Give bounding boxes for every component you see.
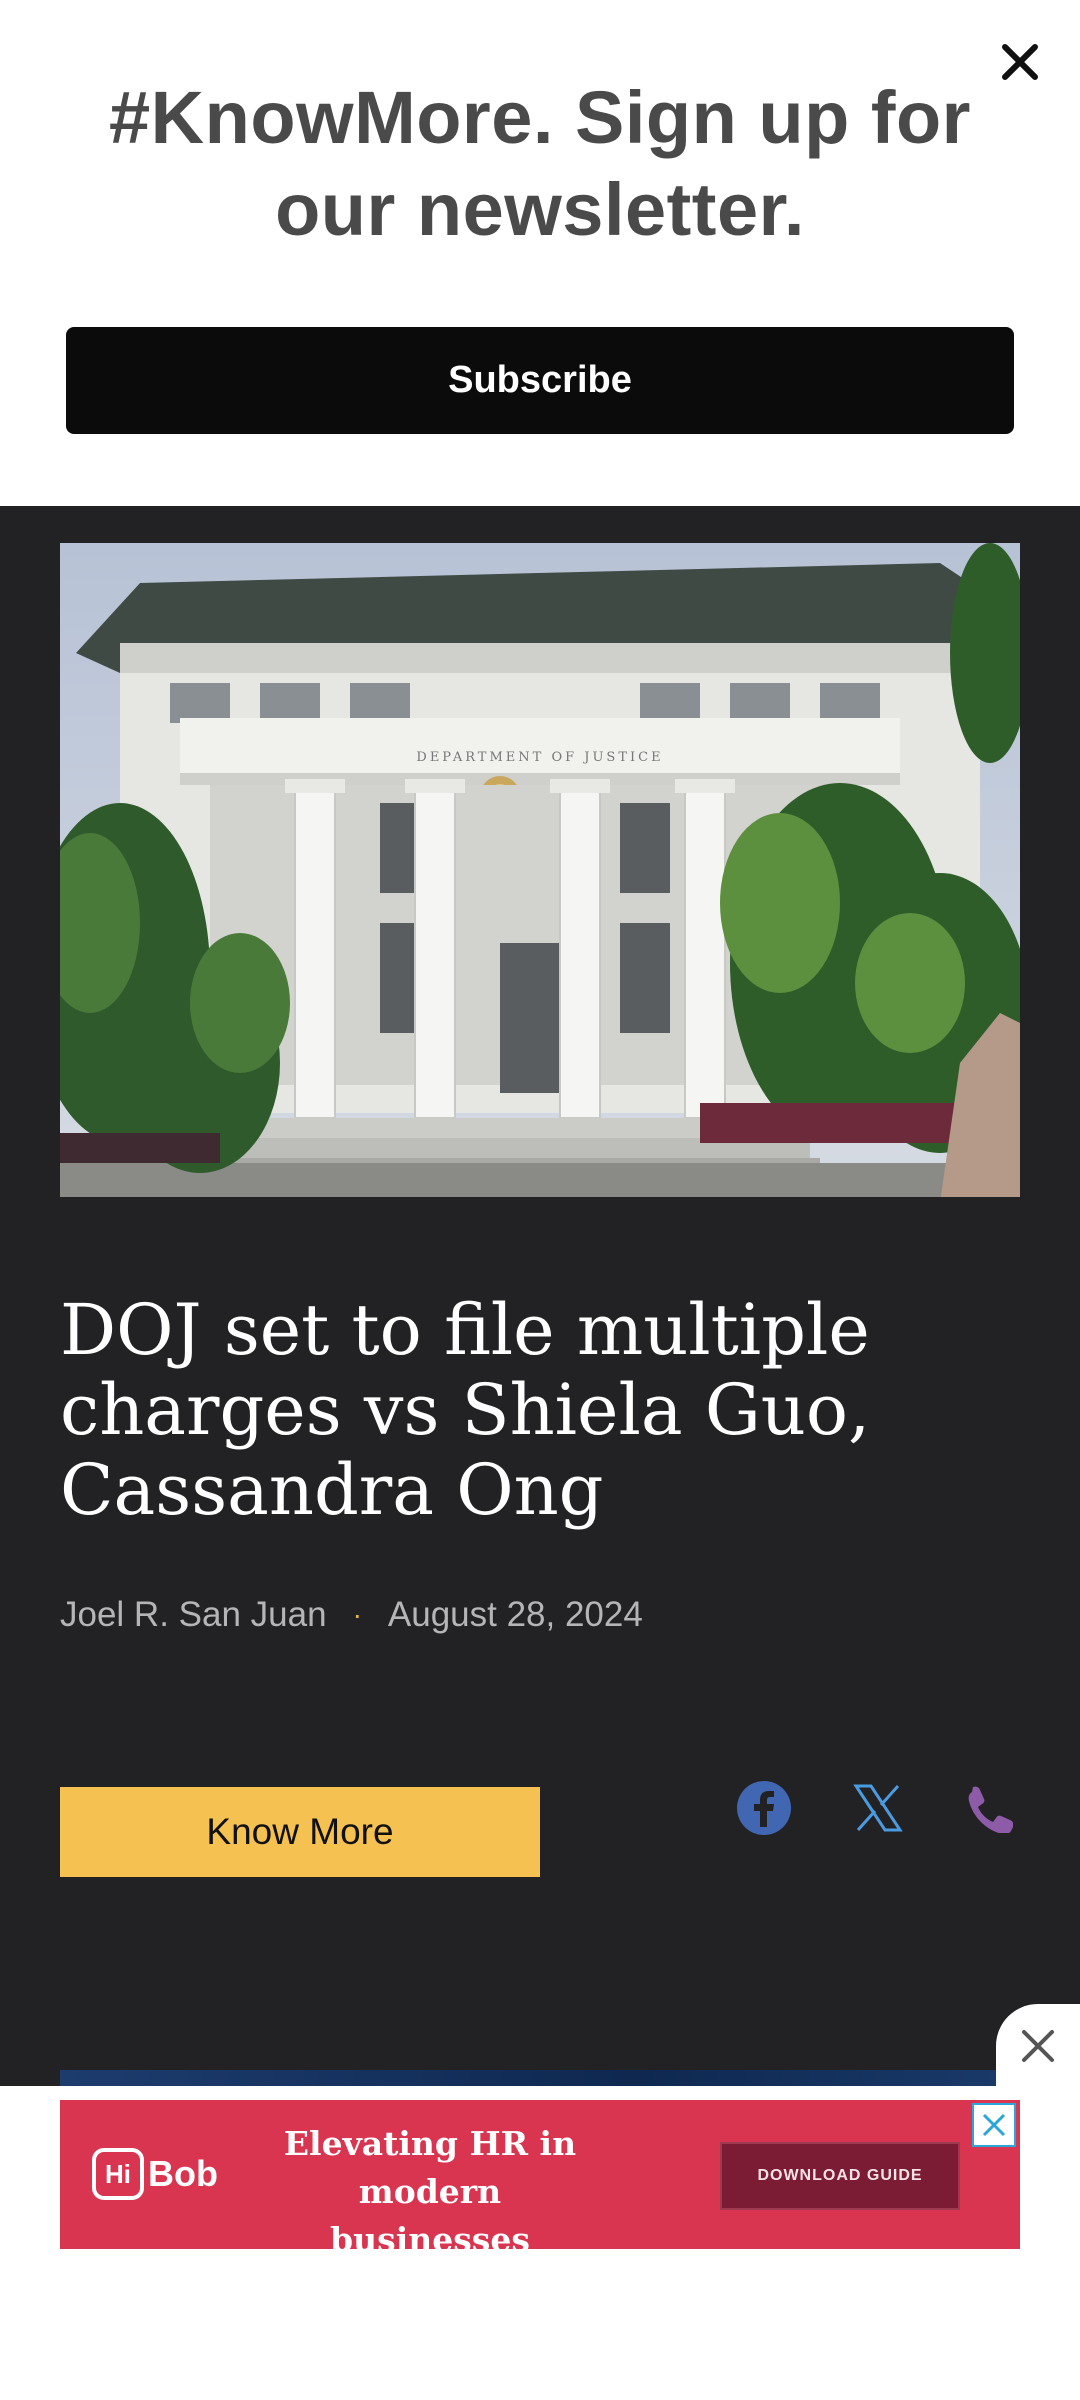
- newsletter-title: #KnowMore. Sign up for our newsletter.: [109, 76, 971, 251]
- phone-icon[interactable]: [958, 1778, 1018, 1838]
- building-sign: DEPARTMENT OF JUSTICE: [416, 750, 663, 765]
- ad-close-tab[interactable]: [996, 2004, 1080, 2088]
- ad-close-button[interactable]: [972, 2103, 1016, 2147]
- logo-bob: Bob: [148, 2153, 218, 2194]
- byline-separator: ·: [352, 1599, 362, 1630]
- article-byline: Joel R. San Juan · August 28, 2024: [60, 1595, 643, 1635]
- close-icon: [1022, 2030, 1054, 2062]
- subscribe-button[interactable]: Subscribe: [66, 327, 1014, 434]
- article-author[interactable]: Joel R. San Juan: [60, 1595, 327, 1635]
- hibob-logo: Hi Bob: [92, 2146, 218, 2202]
- article-hero-image[interactable]: DEPARTMENT OF JUSTICE: [60, 543, 1020, 1197]
- newsletter-banner: #KnowMore. Sign up for our newsletter. S…: [0, 0, 1080, 506]
- close-icon: [982, 2113, 1006, 2137]
- article-title[interactable]: DOJ set to file multiple charges vs Shie…: [60, 1290, 960, 1530]
- logo-hi: Hi: [92, 2148, 144, 2200]
- x-twitter-icon[interactable]: [848, 1778, 908, 1838]
- know-more-button[interactable]: Know More: [60, 1787, 540, 1877]
- ad-banner[interactable]: Hi Bob Elevating HR in modern businesses…: [60, 2100, 1020, 2249]
- ad-headline: Elevating HR in modern businesses: [283, 2124, 577, 2249]
- article-date: August 28, 2024: [387, 1595, 643, 1634]
- facebook-icon[interactable]: [734, 1778, 794, 1838]
- ad-download-button[interactable]: DOWNLOAD GUIDE: [720, 2142, 960, 2210]
